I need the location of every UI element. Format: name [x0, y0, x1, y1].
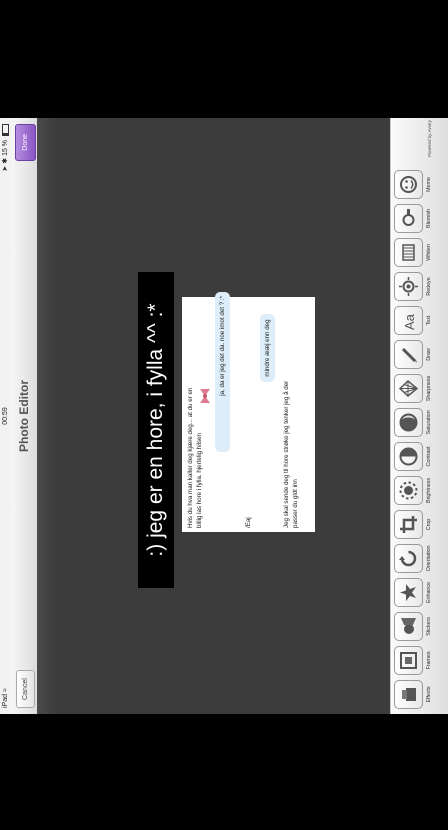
- tool-label: Enhance: [426, 582, 432, 604]
- rotated-app-view: iPad ≈ 00:59 ➤ ✱ 15 % Cancel Photo Edito…: [0, 118, 448, 714]
- done-button[interactable]: Done: [15, 124, 36, 161]
- photo-image: Hvis du hva man kaller deg kjære deg... …: [182, 292, 315, 532]
- enhance-icon: [394, 578, 423, 607]
- svg-text:Aa: Aa: [402, 313, 417, 330]
- tools-toolbar: Effects Frames Stickers Enhance Orientat…: [390, 118, 448, 714]
- crop-icon: [394, 510, 423, 539]
- sharpness-icon: [394, 374, 423, 403]
- tool-redeye[interactable]: Redeye: [394, 272, 442, 301]
- text-icon: Aa: [394, 306, 423, 335]
- tool-label: Blemish: [426, 209, 432, 228]
- tool-crop[interactable]: Crop: [394, 510, 442, 539]
- tool-sharpness[interactable]: Sharpness: [394, 374, 442, 403]
- tool-meme[interactable]: Meme: [394, 170, 442, 199]
- tool-enhance[interactable]: Enhance: [394, 578, 442, 607]
- frames-icon: [394, 646, 423, 675]
- brand-text: Powered by Aviary: [427, 120, 432, 158]
- tool-label: Meme: [426, 177, 432, 192]
- status-right: ➤ ✱ 15 %: [0, 124, 12, 172]
- tool-frames[interactable]: Frames: [394, 646, 442, 675]
- tool-label: Effects: [426, 686, 432, 703]
- redeye-icon: [394, 272, 423, 301]
- orientation-icon: [394, 544, 423, 573]
- meme-icon: [394, 170, 423, 199]
- saturation-icon: [394, 408, 423, 437]
- battery-icon: [1, 124, 9, 136]
- page-title: Photo Editor: [17, 380, 31, 452]
- bow-sticker-icon: [200, 389, 210, 403]
- tool-brightness[interactable]: Brightness: [394, 476, 442, 505]
- page-indicator[interactable]: [442, 118, 448, 714]
- tool-label: Sharpness: [426, 375, 432, 402]
- tool-text[interactable]: Aa Text: [394, 306, 442, 335]
- canvas-shade: [37, 118, 57, 714]
- tool-label: Stickers: [426, 617, 432, 636]
- location-arrow-icon: ➤: [2, 165, 9, 172]
- tool-orientation[interactable]: Orientation: [394, 544, 442, 573]
- device-frame: iPad ≈ 00:59 ➤ ✱ 15 % Cancel Photo Edito…: [0, 0, 448, 830]
- tool-contrast[interactable]: Contrast: [394, 442, 442, 471]
- tool-label: Text: [426, 315, 432, 326]
- tool-label: Orientation: [426, 545, 432, 572]
- status-bar: iPad ≈ 00:59 ➤ ✱ 15 %: [0, 118, 12, 714]
- whiten-icon: [394, 238, 423, 267]
- stickers-icon: [394, 612, 423, 641]
- brightness-icon: [394, 476, 423, 505]
- navigation-bar: Cancel Photo Editor Done: [12, 118, 38, 714]
- photo-canvas[interactable]: :) jeg er en hore, i fylla ^^ :* Hvis du…: [37, 118, 390, 714]
- tool-label: Whiten: [426, 244, 432, 261]
- effects-icon: [394, 680, 423, 709]
- tool-label: Contrast: [426, 446, 432, 467]
- chat-message: mindre ææj enn deg: [260, 314, 275, 382]
- draw-icon: [394, 340, 423, 369]
- tool-saturation[interactable]: Saturation: [394, 408, 442, 437]
- tool-label: Redeye: [426, 277, 432, 296]
- tool-draw[interactable]: Draw: [394, 340, 442, 369]
- tool-whiten[interactable]: Whiten: [394, 238, 442, 267]
- chat-message: ja, da er jeg det da. noe imot det ? :*: [215, 292, 230, 452]
- chat-message: Jeg skal sende deg til hore strøke jeg t…: [282, 372, 300, 528]
- blemish-icon: [394, 204, 423, 233]
- battery-percent: 15 %: [2, 139, 9, 156]
- tool-blemish[interactable]: Blemish: [394, 204, 442, 233]
- tool-label: Draw: [426, 348, 432, 361]
- tool-label: Saturation: [426, 410, 432, 435]
- ipad-screen: iPad ≈ 00:59 ➤ ✱ 15 % Cancel Photo Edito…: [0, 118, 448, 714]
- status-time: 00:59: [2, 407, 9, 425]
- tool-stickers[interactable]: Stickers: [394, 612, 442, 641]
- contrast-icon: [394, 442, 423, 471]
- tool-label: Brightness: [426, 478, 432, 503]
- photo-caption: :) jeg er en hore, i fylla ^^ :*: [138, 272, 174, 588]
- tool-effects[interactable]: Effects: [394, 680, 442, 709]
- tool-label: Frames: [426, 651, 432, 670]
- tool-label: Crop: [426, 518, 432, 531]
- chat-message: /Eaj: [244, 498, 253, 528]
- bluetooth-icon: ✱: [2, 157, 9, 164]
